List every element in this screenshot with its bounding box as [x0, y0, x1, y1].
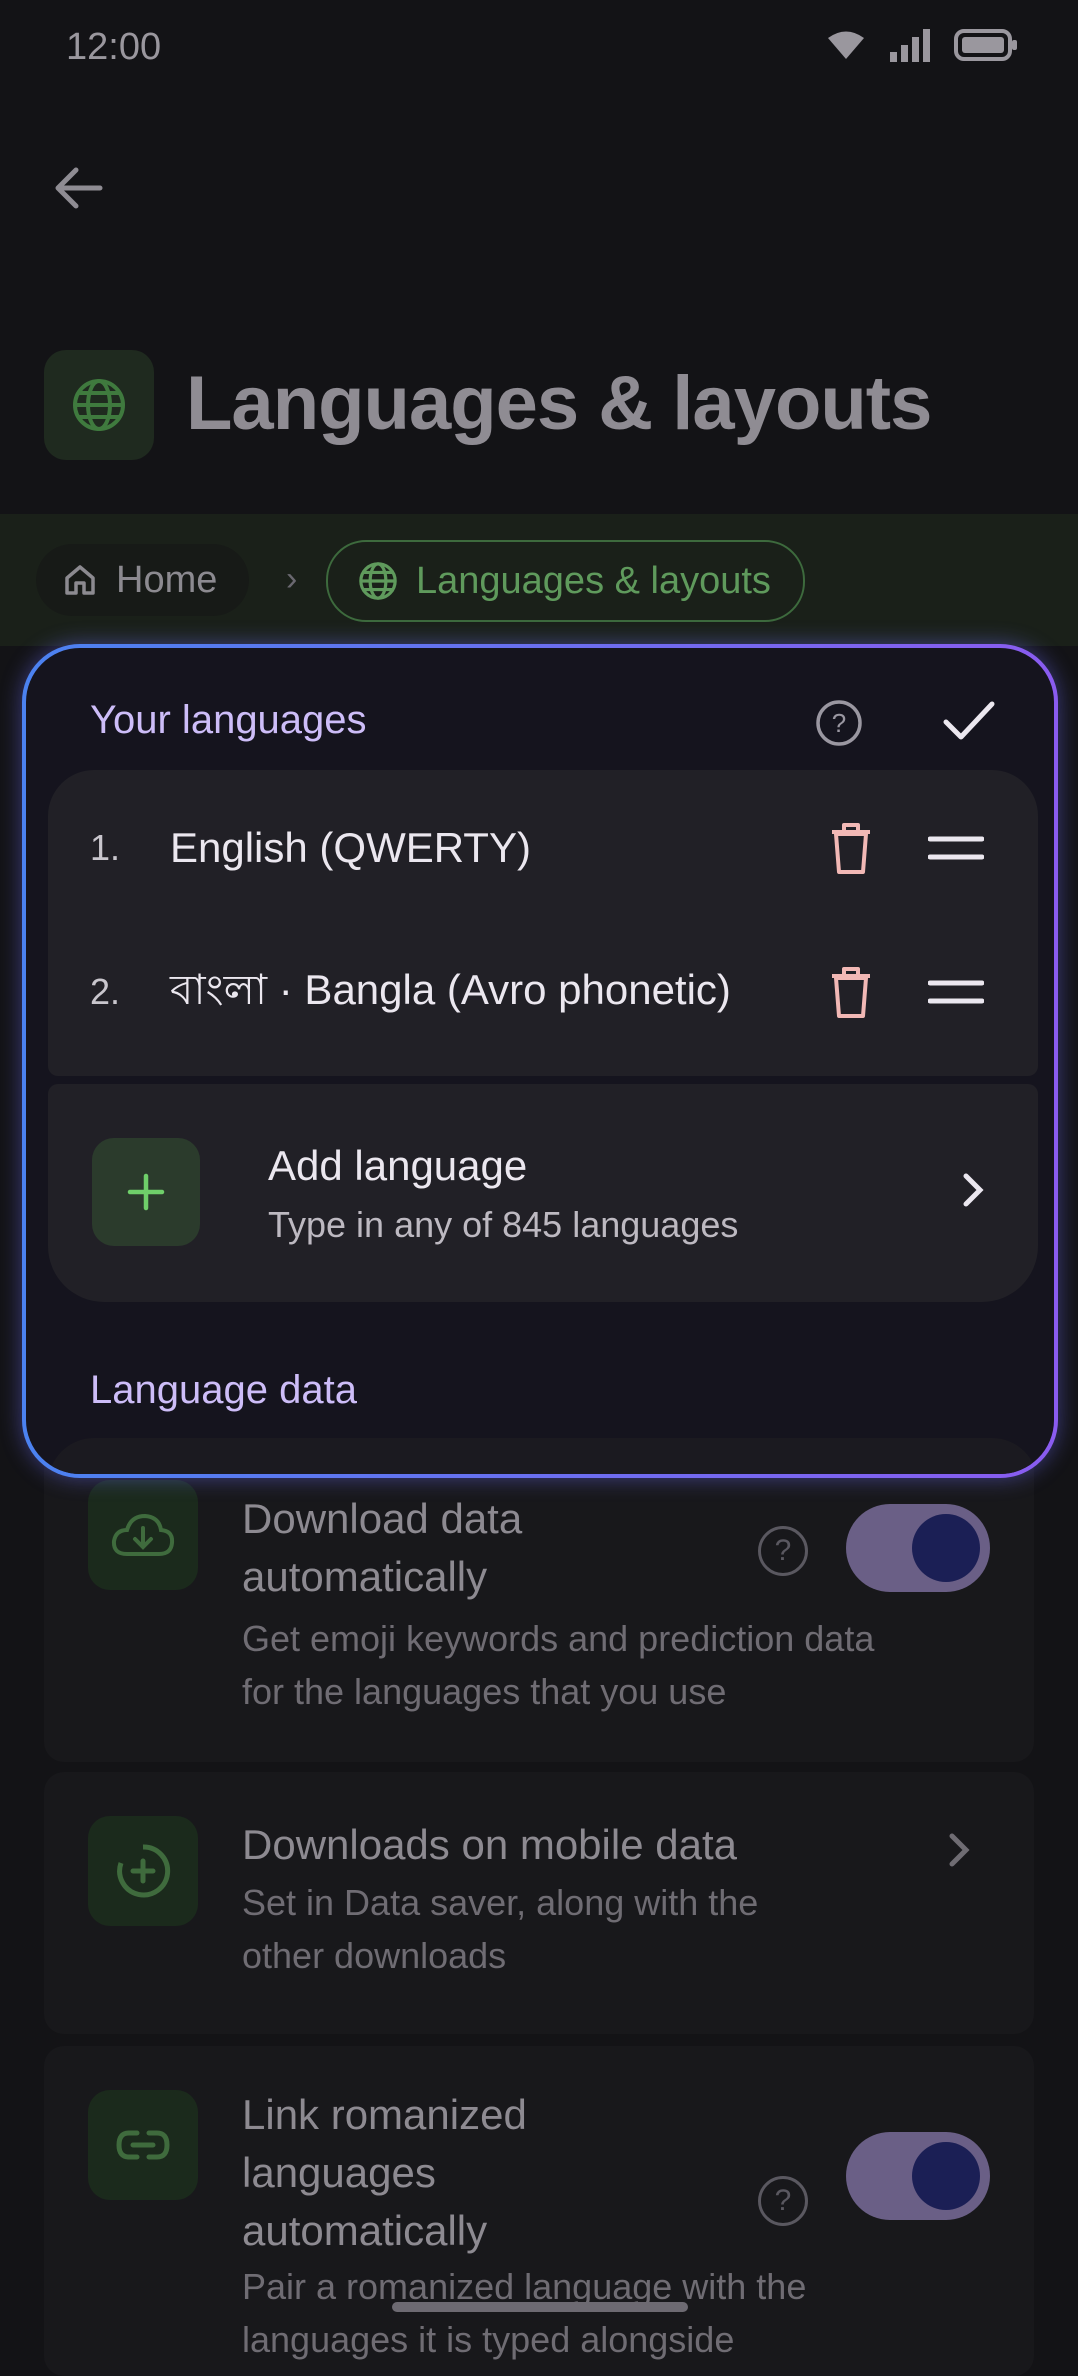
drag-handle-icon[interactable] [928, 977, 984, 1007]
language-item[interactable]: 2. বাংলা · Bangla (Avro phonetic) [48, 920, 1038, 1064]
add-language-subtitle: Type in any of 845 languages [268, 1204, 739, 1245]
breadcrumb-home-label: Home [116, 558, 218, 601]
download-automatically-card[interactable]: Download data automatically Get emoji ke… [44, 1436, 1034, 1762]
gesture-bar[interactable] [392, 2302, 688, 2312]
downloads-mobile-data-subtitle: Set in Data saver, along with the other … [242, 1882, 759, 1976]
header-icon [44, 350, 154, 460]
downloads-mobile-data-title: Downloads on mobile data [242, 1821, 737, 1868]
help-icon[interactable]: ? [758, 1526, 808, 1576]
chevron-right-icon [949, 1833, 970, 1867]
chevron-right-icon [963, 1173, 984, 1207]
download-automatically-subtitle: Get emoji keywords and prediction data f… [242, 1618, 875, 1712]
language-number: 1. [90, 827, 121, 868]
svg-text:?: ? [832, 708, 846, 738]
toggle-knob [912, 2142, 980, 2210]
arrow-back-icon [55, 167, 103, 209]
add-language-button[interactable]: Add language Type in any of 845 language… [48, 1084, 1038, 1302]
status-time: 12:00 [66, 26, 162, 68]
help-icon[interactable]: ? [814, 698, 864, 748]
link-romanized-toggle[interactable] [846, 2132, 990, 2220]
breadcrumb-separator: › [286, 560, 298, 598]
language-data-card-top [48, 1438, 1038, 1474]
back-button[interactable] [40, 150, 116, 226]
language-name: বাংলা · Bangla (Avro phonetic) [170, 965, 731, 1013]
check-icon[interactable] [942, 698, 996, 744]
downloads-mobile-data-card[interactable]: Downloads on mobile data Set in Data sav… [44, 1772, 1034, 2034]
link-icon [88, 2090, 198, 2200]
link-romanized-title: Link romanized languages automatically [242, 2091, 527, 2254]
globe-icon [359, 562, 397, 600]
battery-icon [954, 29, 1017, 61]
download-automatically-title: Download data automatically [242, 1495, 523, 1600]
breadcrumb-current[interactable]: Languages & layouts [326, 540, 805, 622]
language-item[interactable]: 1. English (QWERTY) [48, 776, 1038, 920]
add-icon [92, 1138, 200, 1246]
delete-icon[interactable] [826, 820, 876, 876]
download-automatically-toggle[interactable] [846, 1504, 990, 1592]
globe-icon [73, 379, 125, 431]
language-data-label: Language data [90, 1368, 357, 1412]
signal-icon [890, 29, 930, 62]
breadcrumb-home[interactable]: Home [36, 544, 250, 616]
breadcrumb-current-label: Languages & layouts [416, 559, 771, 602]
status-icons [826, 28, 1018, 62]
help-icon[interactable]: ? [758, 2176, 808, 2226]
link-romanized-subtitle: Pair a romanized language with the langu… [242, 2266, 807, 2360]
language-number: 2. [90, 971, 121, 1012]
cloud-download-icon [88, 1480, 198, 1590]
drag-handle-icon[interactable] [928, 833, 984, 863]
page-title: Languages & layouts [186, 361, 932, 446]
add-language-title: Add language [268, 1142, 528, 1189]
delete-icon[interactable] [826, 964, 876, 1020]
data-saver-icon [88, 1816, 198, 1926]
language-name: English (QWERTY) [170, 824, 531, 871]
toggle-knob [912, 1514, 980, 1582]
link-romanized-card[interactable]: Link romanized languages automatically P… [44, 2046, 1034, 2376]
your-languages-panel: Your languages ? 1. English (QWERTY) 2. … [22, 644, 1058, 1478]
home-icon [65, 565, 95, 595]
wifi-icon [828, 31, 864, 59]
your-languages-label: Your languages [90, 698, 367, 742]
languages-list: 1. English (QWERTY) 2. বাংলা · Bangla (A… [48, 770, 1038, 1076]
